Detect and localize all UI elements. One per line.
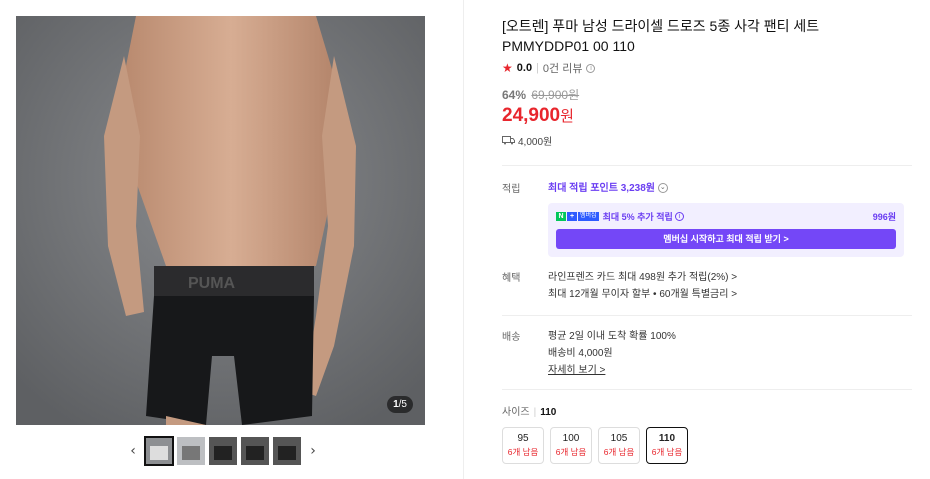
star-icon: ★ bbox=[502, 61, 513, 75]
truck-icon bbox=[502, 136, 515, 145]
thumbnail[interactable] bbox=[273, 437, 301, 465]
thumbnail-strip: ‹ › bbox=[125, 436, 321, 466]
membership-badge: 멤버십 bbox=[578, 212, 599, 221]
rating-score: 0.0 bbox=[516, 62, 533, 74]
info-icon[interactable]: i bbox=[674, 212, 684, 221]
divider bbox=[502, 315, 912, 316]
points-label: 적립 bbox=[502, 184, 521, 195]
size-label: 사이즈 bbox=[502, 407, 530, 418]
size-option-105[interactable]: 105 6개 남음 bbox=[598, 427, 640, 464]
sale-price: 24,900원 bbox=[502, 105, 574, 126]
plus-icon: + bbox=[567, 212, 577, 221]
delivery-row: 배송 평균 2일 이내 도착 확률 100% 배송비 4,000원 자세히 보기… bbox=[502, 328, 912, 379]
installment-benefit-link[interactable]: 최대 12개월 무이자 할부 • 60개월 특별금리 > bbox=[548, 286, 912, 303]
size-option-110[interactable]: 110 6개 남음 bbox=[646, 427, 688, 464]
max-points-text: 최대 적립 포인트 bbox=[548, 183, 618, 194]
rating-row: ★ 0.0 | 0건 리뷰 i bbox=[502, 60, 912, 76]
product-photo: PUMA bbox=[16, 16, 425, 425]
membership-extra-text: 최대 5% 추가 적립 bbox=[602, 212, 673, 222]
discount-rate: 64% bbox=[502, 88, 527, 102]
thumbnail[interactable] bbox=[241, 437, 269, 465]
points-row: 적립 최대 적립 포인트 3,238원 ⌄ bbox=[502, 180, 912, 197]
selected-size: 110 bbox=[540, 407, 557, 418]
divider bbox=[502, 389, 912, 390]
card-benefit-link[interactable]: 라인프렌즈 카드 최대 498원 추가 적립(2%) > bbox=[548, 269, 912, 286]
vertical-divider bbox=[463, 0, 464, 479]
shipping-fee-row: 4,000원 bbox=[502, 133, 912, 148]
max-points-value: 3,238원 bbox=[620, 183, 655, 194]
original-price: 69,900원 bbox=[531, 88, 580, 102]
size-options: 95 6개 남음 100 6개 남음 105 6개 남음 110 6개 남음 bbox=[502, 427, 912, 464]
product-info-panel: [오트렌] 푸마 남성 드라이셀 드로즈 5종 사각 팬티 세트 PMMYDDP… bbox=[502, 16, 912, 464]
size-header: 사이즈 | 110 bbox=[502, 407, 557, 418]
product-image-gallery[interactable]: PUMA 1/5 bbox=[16, 16, 425, 425]
membership-box: N + 멤버십 최대 5% 추가 적립 i 996원 멤버십 시작하고 최대 적… bbox=[548, 203, 904, 257]
divider bbox=[502, 165, 912, 166]
thumbnail[interactable] bbox=[177, 437, 205, 465]
size-option-100[interactable]: 100 6개 남음 bbox=[550, 427, 592, 464]
brand-waistband-text: PUMA bbox=[188, 275, 236, 292]
naver-n-icon: N bbox=[556, 212, 566, 221]
benefits-row: 혜택 라인프렌즈 카드 최대 498원 추가 적립(2%) > 최대 12개월 … bbox=[502, 269, 912, 303]
delivery-label: 배송 bbox=[502, 332, 521, 343]
thumbnail[interactable] bbox=[209, 437, 237, 465]
membership-start-button[interactable]: 멤버십 시작하고 최대 적립 받기 > bbox=[556, 229, 896, 249]
image-counter: 1/5 bbox=[387, 396, 413, 413]
membership-amount: 996원 bbox=[872, 212, 896, 222]
product-title: [오트렌] 푸마 남성 드라이셀 드로즈 5종 사각 팬티 세트 PMMYDDP… bbox=[502, 18, 820, 54]
delivery-details-link[interactable]: 자세히 보기 > bbox=[548, 362, 912, 379]
benefits-label: 혜택 bbox=[502, 273, 521, 284]
delivery-fee: 배송비 4,000원 bbox=[548, 348, 613, 359]
delivery-probability: 평균 2일 이내 도착 확률 100% bbox=[548, 331, 676, 342]
review-count-link[interactable]: 0건 리뷰 bbox=[543, 60, 583, 76]
info-icon[interactable]: i bbox=[586, 63, 596, 73]
thumbnail[interactable] bbox=[144, 436, 174, 466]
discount-row: 64% 69,900원 bbox=[502, 86, 912, 103]
chevron-down-icon[interactable]: ⌄ bbox=[657, 183, 668, 194]
chevron-right-icon[interactable]: › bbox=[305, 443, 321, 459]
chevron-left-icon[interactable]: ‹ bbox=[125, 443, 141, 459]
size-option-95[interactable]: 95 6개 남음 bbox=[502, 427, 544, 464]
